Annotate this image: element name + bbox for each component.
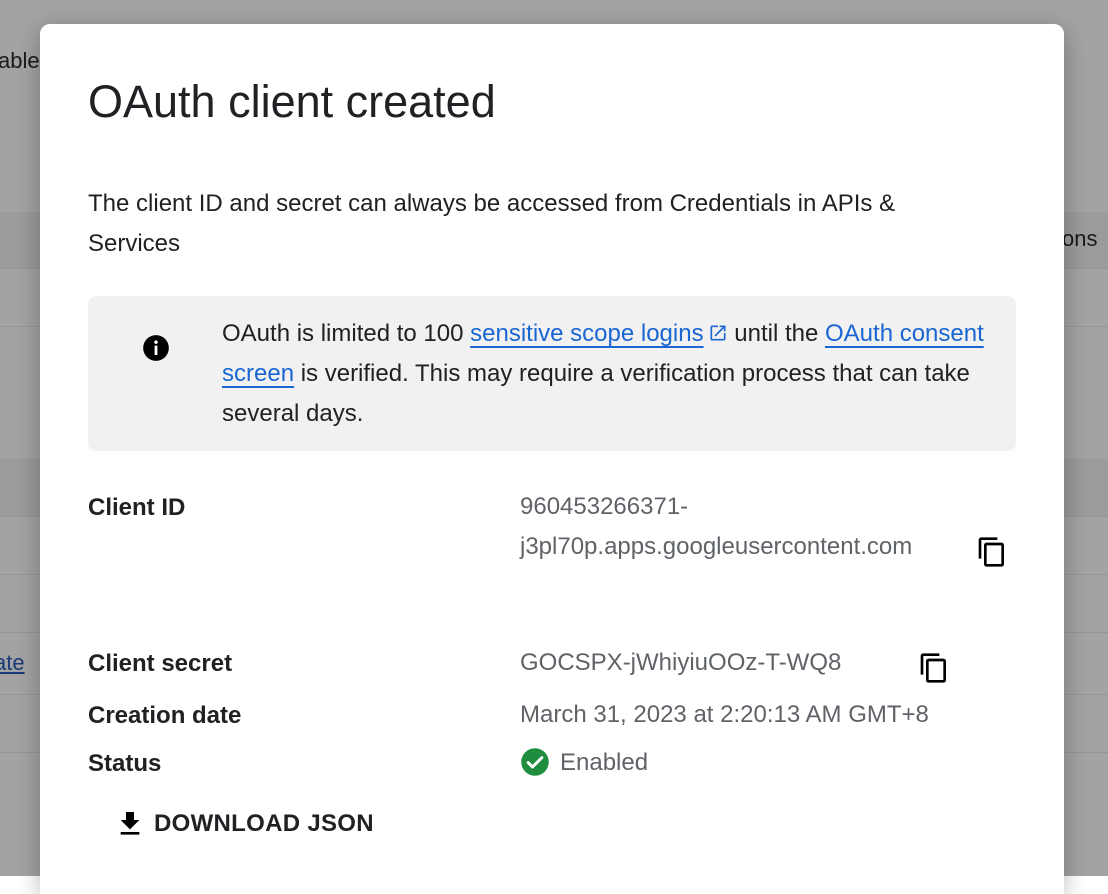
- background-link-fragment: ate: [0, 650, 25, 675]
- sensitive-scope-logins-link[interactable]: sensitive scope logins: [470, 320, 703, 347]
- info-icon: [143, 335, 169, 361]
- background-text-fragment: able: [0, 48, 40, 73]
- client-id-line: j3pl70p.apps.googleusercontent.com: [520, 533, 913, 560]
- download-json-label: DOWNLOAD JSON: [154, 810, 374, 837]
- background-header-fragment: ons: [1062, 226, 1098, 251]
- link-label: sensitive scope logins: [470, 320, 704, 347]
- dialog-title: OAuth client created: [88, 76, 496, 127]
- status-label: Status: [88, 750, 162, 777]
- oauth-client-created-dialog: OAuth client created The client ID and s…: [40, 24, 1064, 894]
- client-secret-value: GOCSPX-jWhiyiuOOz-T-WQ8: [520, 649, 842, 676]
- download-icon: [120, 812, 140, 835]
- creation-date-label: Creation date: [88, 702, 242, 729]
- client-secret-label: Client secret: [88, 650, 233, 677]
- client-id-value: 960453266371- j3pl70p.apps.googleusercon…: [520, 487, 912, 567]
- notice-text: OAuth is limited to 100 sensitive scope …: [222, 314, 992, 434]
- creation-date-value: March 31, 2023 at 2:20:13 AM GMT+8: [520, 701, 929, 728]
- notice-text-part: OAuth is limited to 100: [222, 320, 471, 347]
- external-link-icon: [710, 325, 726, 341]
- client-id-line: 960453266371-: [520, 493, 689, 520]
- notice-text-part: until the: [727, 320, 825, 347]
- check-circle-icon: [521, 748, 549, 776]
- client-id-label: Client ID: [88, 494, 186, 521]
- info-notice: OAuth is limited to 100 sensitive scope …: [88, 296, 1016, 451]
- status-text: Enabled: [560, 749, 649, 776]
- copy-client-secret-button[interactable]: [918, 652, 950, 684]
- download-json-button[interactable]: DOWNLOAD JSON: [114, 806, 374, 842]
- copy-client-id-button[interactable]: [976, 536, 1008, 568]
- status-value: Enabled: [520, 743, 648, 783]
- dialog-description: The client ID and secret can always be a…: [88, 190, 896, 257]
- notice-text-part: is verified. This may require a verifica…: [222, 360, 970, 427]
